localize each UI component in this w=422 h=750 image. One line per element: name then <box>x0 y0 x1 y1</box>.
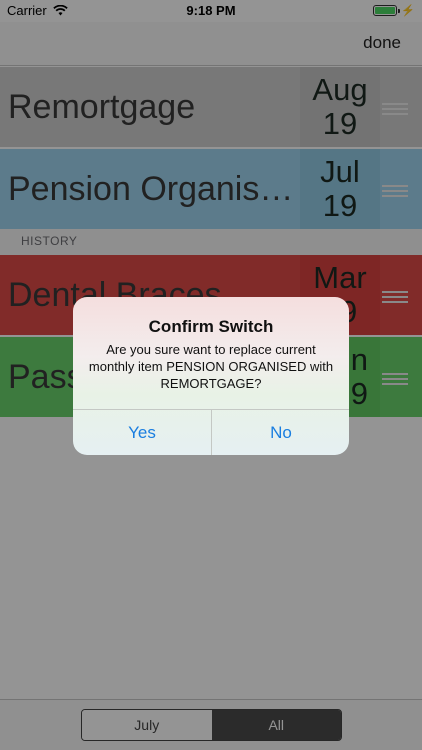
alert-message: Are you sure want to replace current mon… <box>88 342 334 391</box>
no-button[interactable]: No <box>212 410 349 455</box>
yes-button[interactable]: Yes <box>73 410 211 455</box>
alert-title: Confirm Switch <box>148 317 274 336</box>
confirm-switch-alert: Confirm Switch Are you sure want to repl… <box>73 297 349 455</box>
